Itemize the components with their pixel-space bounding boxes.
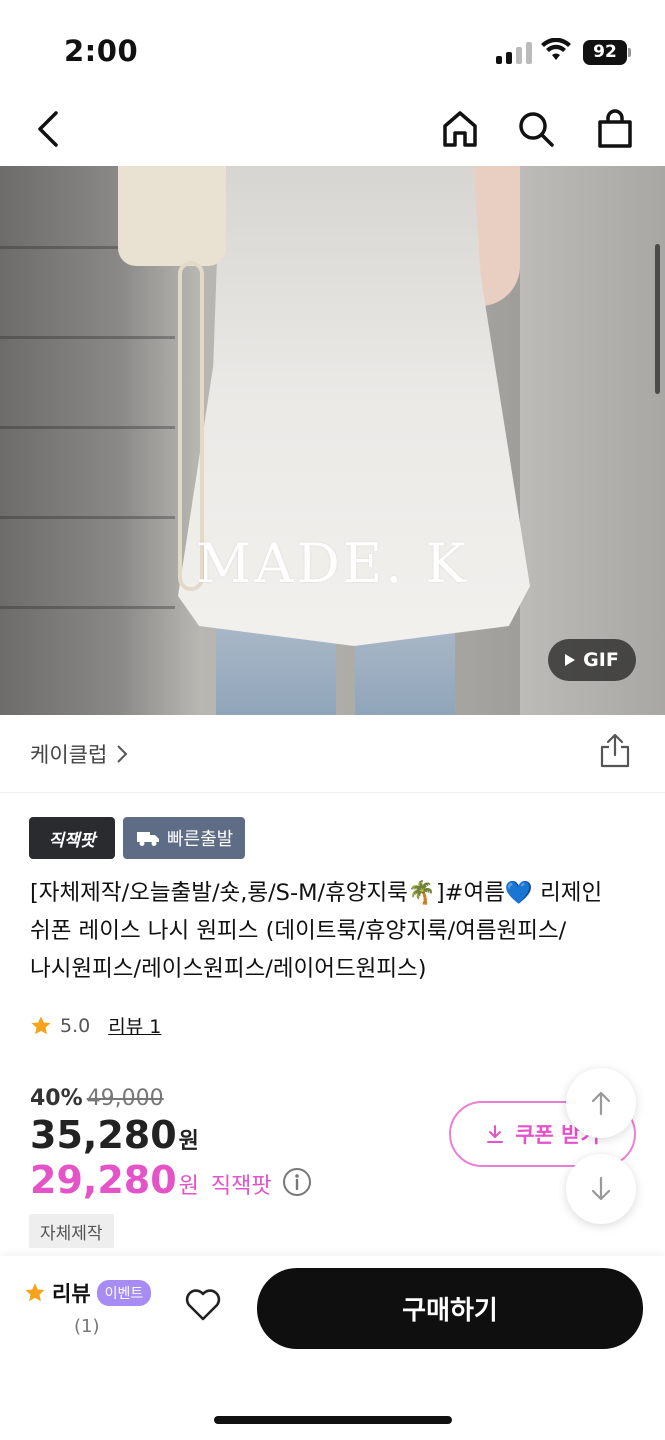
review-count: (1): [74, 1316, 100, 1337]
review-link[interactable]: 리뷰 1: [108, 1012, 161, 1039]
share-icon: [600, 733, 630, 768]
store-row: 케이클럽: [0, 715, 665, 793]
rating-score: 5.0: [60, 1014, 91, 1037]
download-icon: [487, 1125, 504, 1143]
info-icon[interactable]: [282, 1167, 312, 1197]
home-indicator: [214, 1416, 452, 1424]
fast-shipping-label: 빠른출발: [167, 829, 234, 850]
handbag: [118, 166, 226, 266]
scroll-top-button[interactable]: [566, 1068, 636, 1138]
arrow-down-icon: [591, 1176, 611, 1201]
scroll-bottom-button[interactable]: [566, 1154, 636, 1224]
sale-price: 35,280: [30, 1113, 177, 1157]
arrow-up-icon: [591, 1091, 611, 1116]
special-price: 29,280: [30, 1158, 177, 1202]
wall-stripe: [0, 336, 175, 339]
play-icon: [565, 654, 576, 666]
discount-row: 40% 49,000: [30, 1086, 164, 1111]
heart-icon[interactable]: [184, 1288, 222, 1322]
back-button[interactable]: [24, 102, 72, 156]
special-price-row: 29,280 원 직잭팟: [30, 1158, 312, 1202]
discount-percent: 40%: [30, 1086, 83, 1111]
truck-icon: [137, 832, 159, 846]
price-unit: 원: [178, 1129, 199, 1154]
signal-icon: [496, 42, 532, 64]
gif-label: GIF: [583, 649, 619, 671]
wall-stripe: [0, 516, 175, 519]
search-button[interactable]: [512, 102, 560, 156]
review-label: 리뷰: [52, 1282, 91, 1306]
battery-icon: 92: [583, 40, 627, 65]
share-button[interactable]: [598, 733, 632, 773]
product-title: [자체제작/오늘출발/숏,롱/S-M/휴양지룩🌴]#여름💙 리제인 쉬폰 레이스…: [30, 880, 603, 982]
rating-row: 5.0 리뷰 1: [30, 1012, 161, 1039]
star-icon: [25, 1283, 45, 1302]
zikjaekpat-badge: 직잭팟: [29, 817, 115, 859]
star-icon: [31, 1015, 51, 1034]
fast-shipping-badge: 빠른출발: [123, 817, 246, 859]
special-price-label: 직잭팟: [210, 1174, 272, 1199]
bottom-action-bar: 리뷰 이벤트 (1) 구매하기: [0, 1256, 665, 1440]
review-summary[interactable]: 리뷰 이벤트 (1): [24, 1278, 152, 1337]
brand-watermark: MADE. K: [196, 532, 469, 595]
wifi-icon: [541, 38, 571, 60]
battery-tip: [628, 48, 631, 57]
store-name: 케이클럽: [30, 743, 108, 767]
price-row: 35,280 원: [30, 1113, 199, 1157]
status-bar: 2:00 92: [0, 0, 665, 100]
store-link[interactable]: 케이클럽: [30, 739, 129, 769]
product-tag: 자체제작: [29, 1214, 114, 1248]
event-badge: 이벤트: [96, 1280, 152, 1306]
special-price-unit: 원: [178, 1174, 199, 1199]
top-nav: [0, 100, 665, 166]
shopping-bag-icon: [598, 109, 632, 148]
gif-button[interactable]: GIF: [548, 639, 636, 681]
chevron-left-icon: [38, 111, 58, 147]
home-icon: [443, 111, 477, 147]
chevron-right-icon: [117, 745, 128, 763]
original-price: 49,000: [86, 1086, 164, 1111]
product-image[interactable]: MADE. K GIF: [0, 166, 665, 715]
background-pillar: [520, 166, 665, 715]
search-icon: [519, 112, 554, 147]
cart-button[interactable]: [591, 102, 639, 156]
scroll-indicator: [655, 244, 660, 394]
wall-stripe: [0, 426, 175, 429]
product-badges: 직잭팟 빠른출발: [29, 817, 246, 859]
wall-stripe: [0, 606, 175, 609]
home-button[interactable]: [436, 102, 484, 156]
buy-button[interactable]: 구매하기: [257, 1268, 643, 1349]
status-time: 2:00: [64, 34, 139, 68]
